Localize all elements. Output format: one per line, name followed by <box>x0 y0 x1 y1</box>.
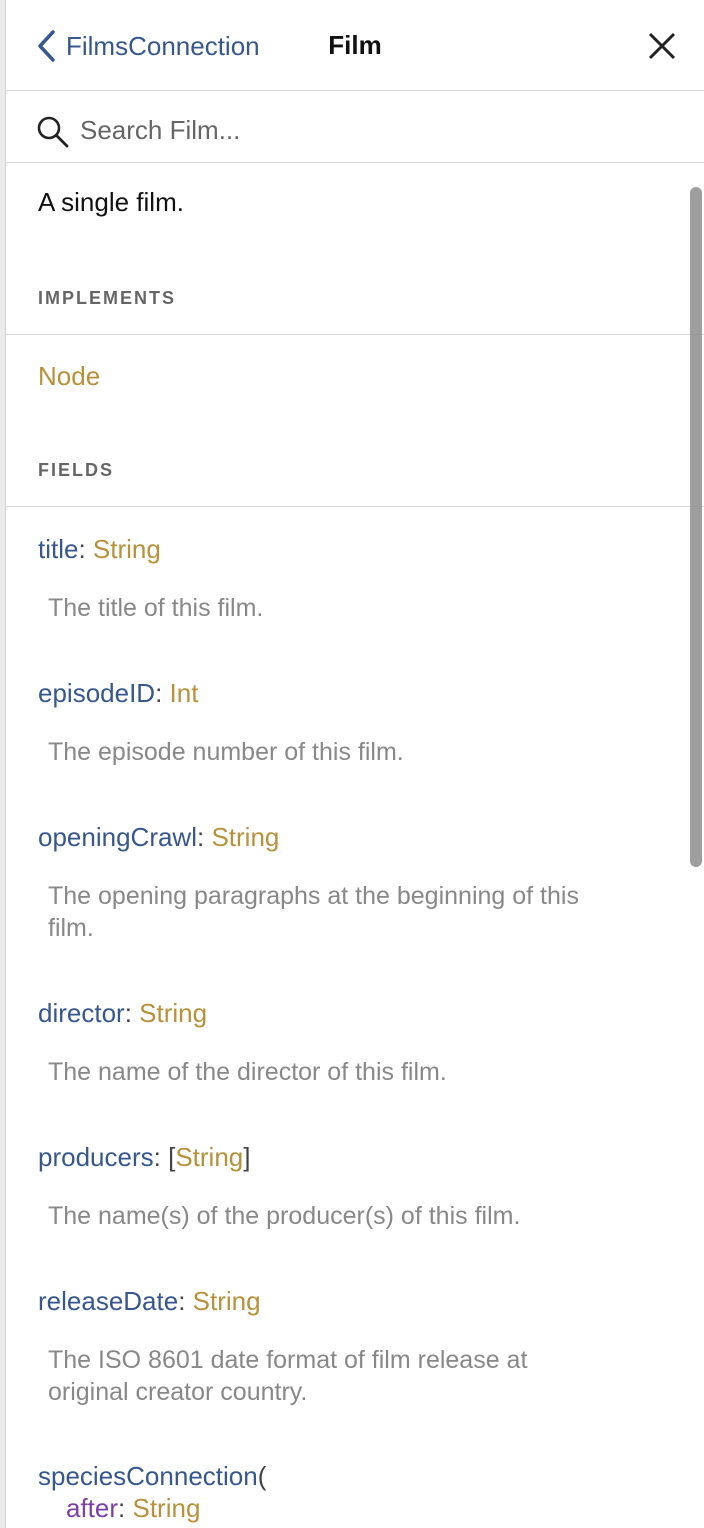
divider <box>6 334 704 335</box>
chevron-left-icon <box>38 30 55 62</box>
field-name[interactable]: producers <box>38 1142 154 1172</box>
back-label[interactable]: FilmsConnection <box>66 31 260 62</box>
field-type[interactable]: Int <box>170 678 199 708</box>
search-input[interactable] <box>78 109 642 151</box>
description-line: The ISO 8601 date format of film release… <box>48 1346 528 1374</box>
scrollbar-thumb[interactable] <box>690 187 702 867</box>
field-title: title: String <box>38 534 161 564</box>
description-line: film. <box>48 914 94 942</box>
field-name[interactable]: title <box>38 534 78 564</box>
arg-name[interactable]: after <box>66 1493 118 1523</box>
field-type[interactable]: String <box>175 1142 243 1172</box>
implements-heading: IMPLEMENTS <box>38 288 177 308</box>
divider <box>6 506 704 507</box>
field-description: The ISO 8601 date format of film release… <box>48 1344 668 1408</box>
back-button[interactable]: FilmsConnection <box>36 26 260 66</box>
field-description: The name(s) of the producer(s) of this f… <box>48 1202 521 1230</box>
field-description: The episode number of this film. <box>48 738 404 766</box>
type-description: A single film. <box>38 187 184 217</box>
field-speciesConnection: speciesConnection( after: String <box>38 1461 267 1523</box>
implements-item-node[interactable]: Node <box>38 361 100 392</box>
field-description: The title of this film. <box>48 594 264 622</box>
field-openingCrawl: openingCrawl: String <box>38 822 280 852</box>
field-releaseDate: releaseDate: String <box>38 1286 261 1316</box>
search-bar <box>6 91 704 163</box>
args-open-paren: ( <box>257 1461 267 1491</box>
field-producers: producers: [String] <box>38 1142 251 1172</box>
description-line: original creator country. <box>48 1378 308 1406</box>
field-type[interactable]: String <box>211 822 279 852</box>
field-description: The opening paragraphs at the beginning … <box>48 880 668 944</box>
fields-heading: FIELDS <box>38 460 115 480</box>
field-description: The name of the director of this film. <box>48 1058 447 1086</box>
field-name[interactable]: episodeID <box>38 678 155 708</box>
arg-type[interactable]: String <box>132 1493 200 1523</box>
doc-explorer-header: FilmsConnection Film <box>6 0 704 91</box>
close-icon[interactable] <box>646 30 678 62</box>
field-name[interactable]: releaseDate <box>38 1286 178 1316</box>
list-close-bracket: ] <box>243 1142 251 1172</box>
field-type[interactable]: String <box>193 1286 261 1316</box>
field-type[interactable]: String <box>139 998 207 1028</box>
description-line: The opening paragraphs at the beginning … <box>48 882 579 910</box>
field-name[interactable]: director <box>38 998 125 1028</box>
field-name[interactable]: openingCrawl <box>38 822 197 852</box>
field-director: director: String <box>38 998 208 1028</box>
search-icon <box>37 116 69 148</box>
field-name[interactable]: speciesConnection <box>38 1461 258 1491</box>
doc-explorer-content[interactable]: A single film. IMPLEMENTS Node FIELDS ti… <box>6 91 704 1528</box>
field-episodeID: episodeID: Int <box>38 678 199 708</box>
field-type[interactable]: String <box>93 534 161 564</box>
